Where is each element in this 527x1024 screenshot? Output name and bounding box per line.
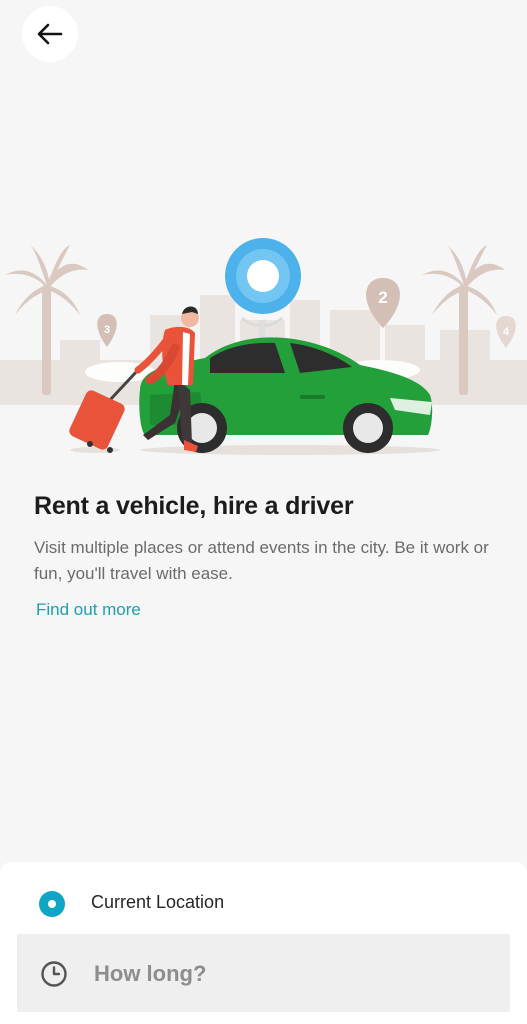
map-pin-icon (225, 238, 301, 345)
pin-number: 4 (503, 326, 510, 338)
clock-icon (41, 961, 67, 987)
back-button[interactable] (22, 6, 78, 62)
pin-number: 3 (104, 324, 110, 336)
location-dot-icon (39, 891, 65, 917)
promo-description: Visit multiple places or attend events i… (34, 538, 489, 583)
booking-sheet: Current Location How long? (0, 862, 527, 1024)
rental-duration-field[interactable]: How long? (17, 934, 510, 1012)
map-pin-icon: 4 (496, 316, 516, 348)
duration-placeholder: How long? (94, 961, 207, 986)
rental-illustration: 3 2 4 (0, 238, 527, 455)
current-location-label: Current Location (91, 892, 225, 912)
current-location-row[interactable]: Current Location (0, 862, 527, 934)
map-pin-icon: 3 (97, 314, 117, 347)
arrow-left-icon (37, 23, 63, 45)
promo-title: Rent a vehicle, hire a driver (34, 492, 354, 520)
find-out-more-link[interactable]: Find out more (36, 600, 141, 620)
pin-number: 2 (378, 288, 387, 307)
